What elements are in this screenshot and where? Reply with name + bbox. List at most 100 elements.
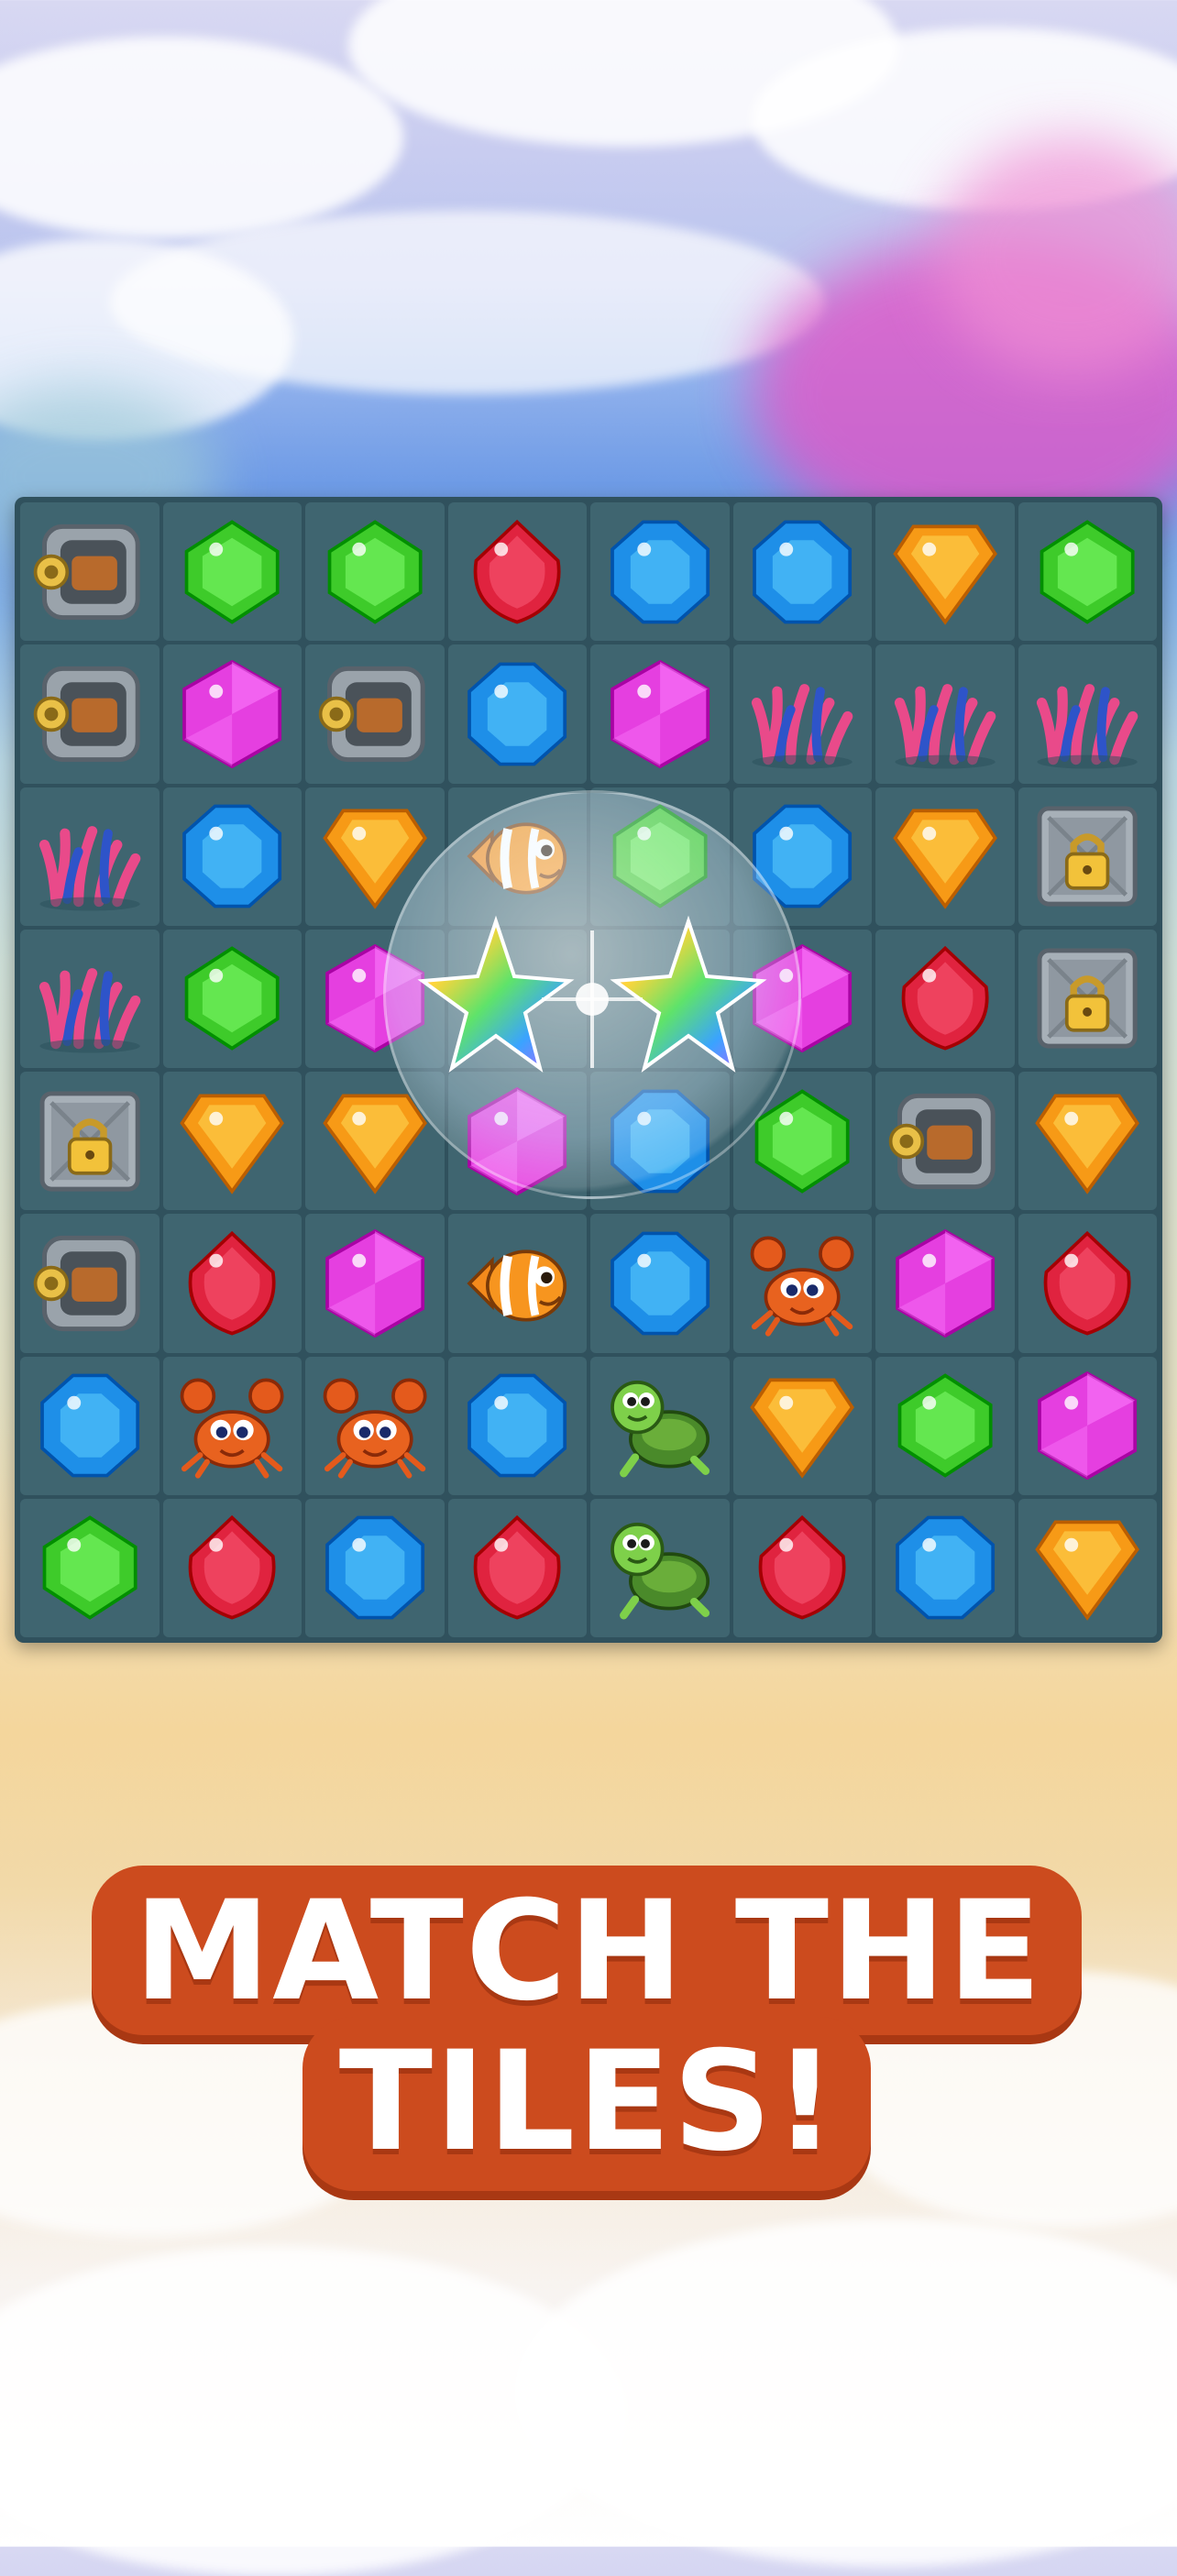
- board-cell[interactable]: [447, 1356, 588, 1495]
- board-cell[interactable]: [590, 502, 730, 642]
- board-cell[interactable]: [732, 644, 873, 784]
- board-cell[interactable]: [875, 1072, 1015, 1211]
- green-gem-icon: [20, 1499, 160, 1637]
- board-cell[interactable]: [1018, 644, 1157, 784]
- board-cell[interactable]: [1018, 502, 1158, 642]
- board-cell[interactable]: [732, 502, 873, 642]
- lockbox-icon: [1018, 787, 1158, 926]
- magenta-gem-icon: [163, 644, 302, 783]
- board-cell[interactable]: [875, 502, 1015, 642]
- board-cell[interactable]: [20, 1356, 160, 1495]
- board-cell[interactable]: [305, 1498, 445, 1637]
- board-cell[interactable]: [1018, 1498, 1157, 1637]
- safe-icon: [875, 1072, 1015, 1210]
- red-gem-icon: [448, 1499, 588, 1637]
- blue-gem-icon: [448, 1357, 588, 1495]
- blue-gem-icon: [305, 1499, 445, 1637]
- safe-icon: [20, 502, 160, 641]
- headline-line-1: MATCH THE: [133, 1872, 1044, 2031]
- board-cell[interactable]: [20, 929, 160, 1068]
- coral-icon: [875, 644, 1015, 783]
- board-cell[interactable]: [1018, 787, 1158, 926]
- board-cell[interactable]: [875, 1214, 1015, 1353]
- red-gem-icon: [1018, 1214, 1158, 1352]
- board-cell[interactable]: [447, 502, 588, 642]
- board-cell[interactable]: [162, 929, 302, 1068]
- blue-gem-icon: [20, 1357, 160, 1495]
- red-gem-icon: [875, 930, 1015, 1068]
- magenta-gem-icon: [590, 644, 730, 783]
- board-cell[interactable]: [162, 1498, 302, 1637]
- board-cell[interactable]: [1018, 929, 1158, 1068]
- board-cell[interactable]: [875, 1356, 1015, 1495]
- board-cell[interactable]: [875, 787, 1015, 926]
- orange-gem-icon: [875, 787, 1015, 926]
- rainbow-gem-icon: [417, 915, 767, 1073]
- board-cell[interactable]: [20, 644, 160, 784]
- board-cell[interactable]: [590, 1356, 730, 1495]
- blue-gem-icon: [590, 502, 730, 641]
- crab-icon: [163, 1357, 302, 1495]
- blue-gem-icon: [590, 1214, 730, 1352]
- board-cell[interactable]: [590, 644, 730, 784]
- safe-icon: [20, 644, 160, 783]
- red-gem-icon: [733, 1499, 873, 1637]
- green-gem-icon: [1018, 502, 1158, 641]
- lockbox-icon: [1018, 930, 1158, 1068]
- blue-gem-icon: [875, 1499, 1015, 1637]
- board-cell[interactable]: [875, 644, 1015, 784]
- turtle-icon: [590, 1357, 730, 1495]
- headline-line-2: TILES!: [338, 2022, 839, 2182]
- board-cell[interactable]: [162, 787, 302, 926]
- red-gem-icon: [448, 502, 588, 641]
- safe-icon: [305, 644, 445, 783]
- board-cell[interactable]: [732, 1498, 873, 1637]
- board-cell[interactable]: [590, 1214, 730, 1353]
- coral-icon: [20, 930, 160, 1068]
- board-cell[interactable]: [447, 1214, 587, 1353]
- board-cell[interactable]: [305, 1214, 445, 1353]
- board-cell[interactable]: [305, 1356, 445, 1495]
- board-cell[interactable]: [20, 1072, 160, 1211]
- board-cell[interactable]: [305, 502, 445, 642]
- red-gem-icon: [163, 1499, 302, 1637]
- lockbox-icon: [20, 1072, 160, 1210]
- red-gem-icon: [163, 1214, 302, 1352]
- board-cell[interactable]: [875, 929, 1015, 1068]
- board-cell[interactable]: [447, 644, 587, 784]
- blue-gem-icon: [733, 502, 873, 641]
- board-cell[interactable]: [1018, 1072, 1158, 1211]
- board-cell[interactable]: [20, 502, 160, 642]
- board-cell[interactable]: [162, 1072, 302, 1211]
- board-cell[interactable]: [162, 1214, 302, 1353]
- board-cell[interactable]: [162, 502, 302, 642]
- board-cell[interactable]: [1018, 1214, 1158, 1353]
- green-gem-icon: [163, 930, 302, 1068]
- turtle-icon: [590, 1499, 730, 1637]
- magenta-gem-icon: [875, 1214, 1015, 1352]
- board-cell[interactable]: [1018, 1356, 1158, 1495]
- green-gem-icon: [305, 502, 445, 641]
- orange-gem-icon: [733, 1357, 873, 1495]
- orange-gem-icon: [875, 502, 1015, 641]
- green-gem-icon: [875, 1357, 1015, 1495]
- board-cell[interactable]: [305, 644, 445, 784]
- board-cell[interactable]: [162, 1356, 302, 1495]
- board-cell[interactable]: [732, 1356, 873, 1495]
- board-cell[interactable]: [447, 1498, 588, 1637]
- board-cell[interactable]: [162, 644, 302, 784]
- orange-gem-icon: [1018, 1072, 1158, 1210]
- board-cell[interactable]: [20, 1214, 160, 1353]
- green-gem-icon: [163, 502, 302, 641]
- crab-icon: [305, 1357, 445, 1495]
- board-cell[interactable]: [20, 1498, 160, 1637]
- magenta-gem-icon: [1018, 1357, 1158, 1495]
- crab-icon: [733, 1214, 873, 1352]
- board-cell[interactable]: [590, 1498, 730, 1637]
- coral-icon: [733, 644, 873, 783]
- board-cell[interactable]: [732, 1214, 873, 1353]
- board-cell[interactable]: [875, 1498, 1015, 1637]
- orange-gem-icon: [163, 1072, 302, 1210]
- board-cell[interactable]: [20, 787, 160, 926]
- headline-banner: MATCH THE TILES!: [0, 1866, 1177, 2232]
